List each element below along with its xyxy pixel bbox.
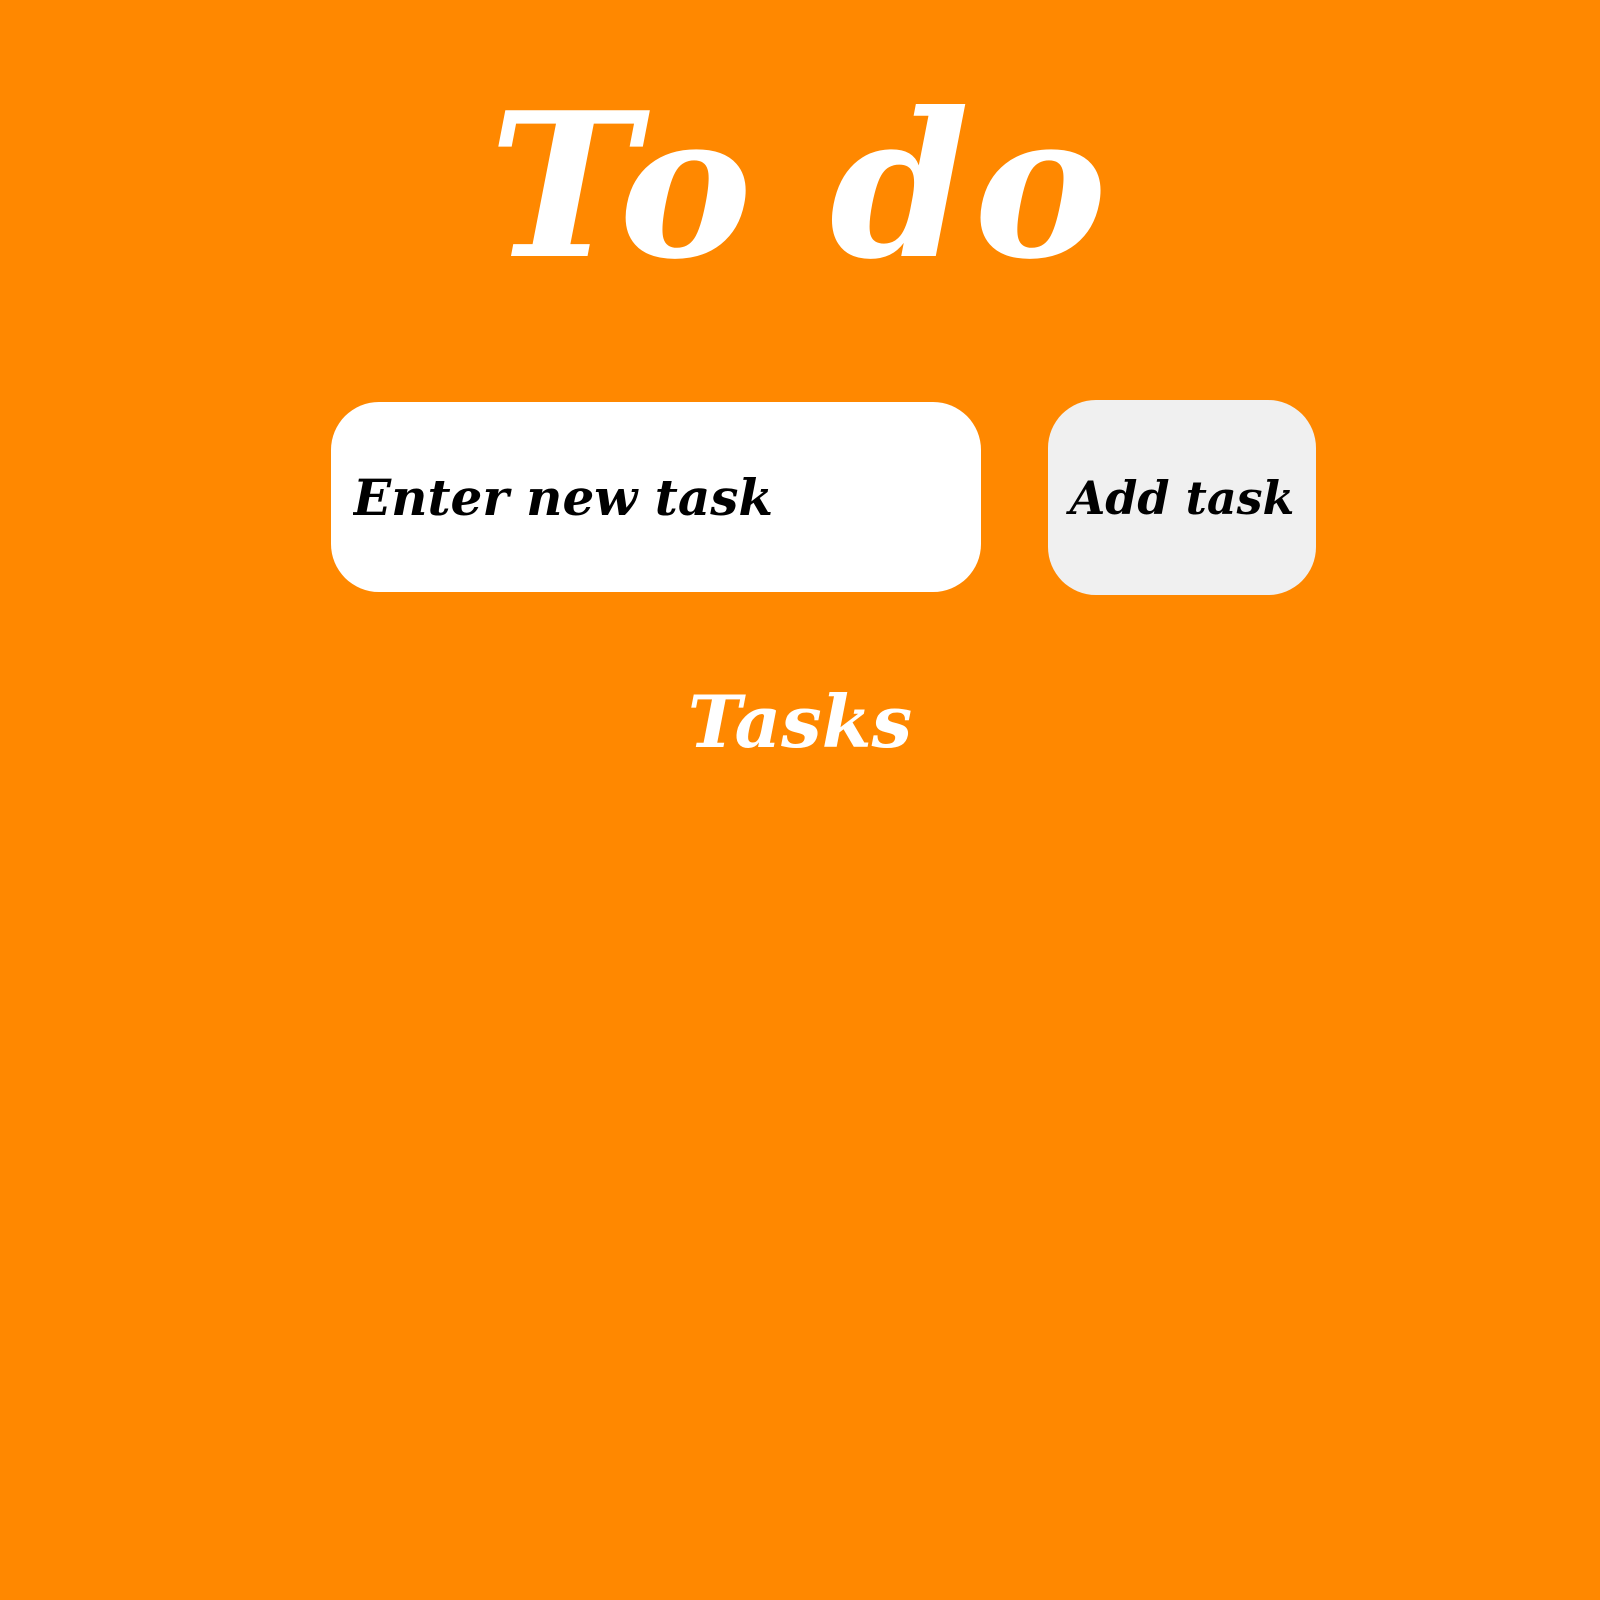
new-task-input[interactable] xyxy=(331,402,981,592)
add-task-button[interactable]: Add task xyxy=(1048,400,1316,595)
tasks-heading: Tasks xyxy=(687,679,913,764)
app-title: To do xyxy=(488,69,1112,304)
